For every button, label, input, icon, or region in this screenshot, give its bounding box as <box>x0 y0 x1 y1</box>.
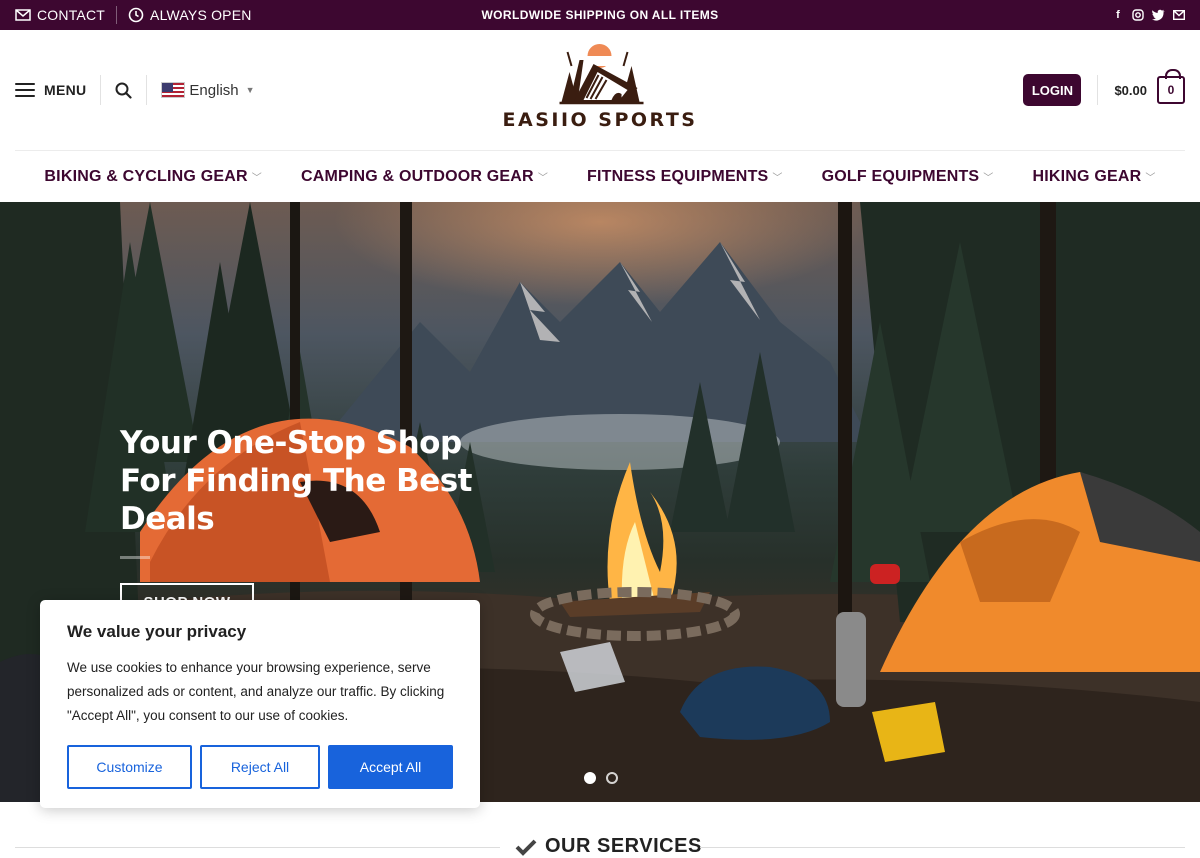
services-heading: OUR SERVICES <box>0 832 1200 857</box>
services-title: OUR SERVICES <box>515 835 702 858</box>
hero-divider <box>120 556 150 559</box>
divider <box>116 6 118 24</box>
nav-item-fitness[interactable]: FITNESS EQUIPMENTS ﹀ <box>587 168 783 186</box>
search-icon[interactable] <box>115 82 133 99</box>
chevron-down-icon: ﹀ <box>251 173 262 184</box>
slider-dot-1[interactable] <box>584 772 596 784</box>
site-header: MENU English ▼ EASIIO SPORTS LOGIN $0.00… <box>0 30 1200 150</box>
us-flag-icon <box>161 82 186 98</box>
tent-logo-icon <box>560 44 644 105</box>
cookie-buttons: Customize Reject All Accept All <box>67 745 453 789</box>
nav-label: GOLF EQUIPMENTS <box>821 167 980 185</box>
chevron-down-icon: ﹀ <box>1145 173 1156 184</box>
nav-label: HIKING GEAR <box>1032 167 1142 185</box>
envelope-icon <box>15 9 31 21</box>
login-button[interactable]: LOGIN <box>1023 74 1082 106</box>
checkmark-icon <box>515 839 537 856</box>
nav-item-camping[interactable]: CAMPING & OUTDOOR GEAR ﹀ <box>301 168 548 186</box>
top-bar: CONTACT ALWAYS OPEN WORLDWIDE SHIPPING O… <box>0 0 1200 30</box>
slider-dots <box>584 772 618 784</box>
cookie-text: We use cookies to enhance your browsing … <box>67 660 445 723</box>
header-left: MENU English ▼ <box>15 30 255 150</box>
caret-down-icon: ▼ <box>245 85 255 95</box>
accept-all-button[interactable]: Accept All <box>328 745 453 789</box>
site-logo[interactable]: EASIIO SPORTS <box>503 42 698 131</box>
hamburger-icon <box>15 83 35 97</box>
nav-label: FITNESS EQUIPMENTS <box>587 167 769 185</box>
nav-item-biking[interactable]: BIKING & CYCLING GEAR ﹀ <box>44 168 262 186</box>
menu-label: MENU <box>44 82 87 98</box>
reject-all-button[interactable]: Reject All <box>200 745 320 789</box>
cart-button[interactable]: $0.00 0 <box>1114 69 1185 104</box>
nav-item-hiking[interactable]: HIKING GEAR ﹀ <box>1033 168 1156 186</box>
divider <box>15 847 500 848</box>
twitter-icon[interactable] <box>1152 9 1165 21</box>
cookie-consent-banner: We value your privacy We use cookies to … <box>40 600 480 808</box>
divider <box>700 847 1185 848</box>
services-title-text: OUR SERVICES <box>545 835 702 857</box>
hero-content: Your One-Stop Shop For Finding The Best … <box>120 424 480 621</box>
contact-link[interactable]: CONTACT <box>15 7 105 23</box>
chevron-down-icon: ﹀ <box>983 173 994 184</box>
cart-bag-icon: 0 <box>1157 69 1185 104</box>
nav-item-golf[interactable]: GOLF EQUIPMENTS ﹀ <box>822 168 994 186</box>
social-links: f <box>1112 9 1185 21</box>
header-right: LOGIN $0.00 0 <box>1023 69 1185 106</box>
hours-label: ALWAYS OPEN <box>150 7 252 23</box>
language-selector[interactable]: English ▼ <box>161 81 255 99</box>
language-label: English <box>189 81 239 99</box>
nav-label: BIKING & CYCLING GEAR <box>44 167 248 185</box>
email-icon[interactable] <box>1173 10 1185 20</box>
category-nav: BIKING & CYCLING GEAR ﹀ CAMPING & OUTDOOR… <box>15 150 1185 202</box>
instagram-icon[interactable] <box>1132 9 1144 21</box>
slider-dot-2[interactable] <box>606 772 618 784</box>
cart-total: $0.00 <box>1114 82 1147 98</box>
chevron-down-icon: ﹀ <box>772 173 783 184</box>
hero-title: Your One-Stop Shop For Finding The Best … <box>120 425 473 537</box>
divider <box>100 75 102 105</box>
divider <box>146 75 148 105</box>
hours-info: ALWAYS OPEN <box>128 7 252 23</box>
nav-label: CAMPING & OUTDOOR GEAR <box>300 167 534 185</box>
brand-name: EASIIO SPORTS <box>502 109 698 131</box>
menu-button[interactable]: MENU <box>15 82 86 98</box>
customize-button[interactable]: Customize <box>67 745 192 789</box>
clock-icon <box>128 7 144 23</box>
facebook-icon[interactable]: f <box>1112 9 1124 21</box>
cart-count: 0 <box>1167 83 1175 97</box>
contact-label: CONTACT <box>37 7 106 23</box>
cookie-title: We value your privacy <box>67 622 247 641</box>
chevron-down-icon: ﹀ <box>537 173 549 184</box>
top-bar-left: CONTACT ALWAYS OPEN <box>15 6 252 24</box>
divider <box>1097 75 1099 105</box>
